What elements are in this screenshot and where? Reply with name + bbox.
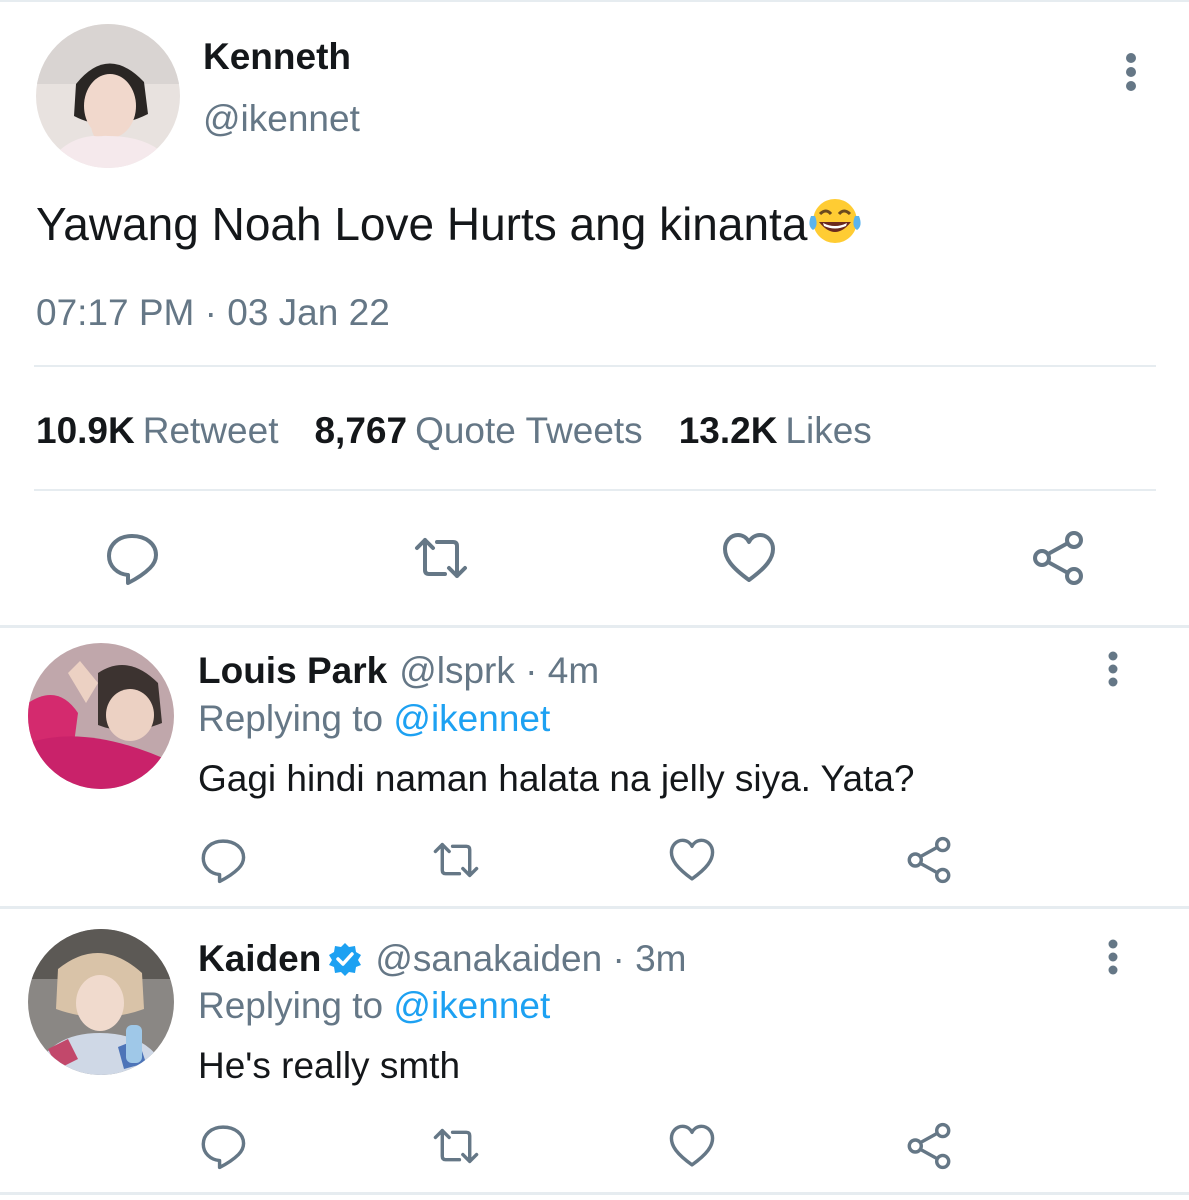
retweet-icon[interactable] <box>432 1122 480 1170</box>
retweets-count: 10.9K <box>36 410 135 451</box>
share-icon[interactable] <box>1030 530 1086 586</box>
replying-to-mention[interactable]: @ikennet <box>393 698 550 739</box>
likes-stat[interactable]: 13.2K Likes <box>679 410 872 452</box>
retweets-label: Retweet <box>142 410 279 451</box>
tweet-text-content: Yawang Noah Love Hurts ang kinanta <box>36 198 808 250</box>
reply-text: Gagi hindi naman halata na jelly siya. Y… <box>198 758 915 799</box>
more-options-icon[interactable] <box>1098 650 1128 690</box>
author-name[interactable]: Kenneth <box>203 36 351 78</box>
laughing-emoji-icon <box>807 196 863 246</box>
share-icon[interactable] <box>905 836 953 884</box>
reply-icon[interactable] <box>104 530 160 586</box>
reply-author-handle[interactable]: @lsprk · 4m <box>399 650 599 692</box>
reply-author-name[interactable]: Kaiden <box>198 938 321 980</box>
section-divider <box>0 1192 1189 1195</box>
replying-to-label: Replying to <box>198 698 384 739</box>
more-options-icon[interactable] <box>1098 938 1128 978</box>
reply-icon[interactable] <box>199 836 247 884</box>
tweet-text: Yawang Noah Love Hurts ang kinanta <box>36 196 863 251</box>
replying-to-mention[interactable]: @ikennet <box>393 985 550 1026</box>
reply-header: Louis Park @lsprk · 4m <box>198 650 599 692</box>
reply-icon[interactable] <box>199 1122 247 1170</box>
author-handle[interactable]: @ikennet <box>203 98 360 140</box>
divider <box>34 365 1156 367</box>
likes-count: 13.2K <box>678 410 778 451</box>
more-options-icon[interactable] <box>1116 50 1146 94</box>
like-heart-icon[interactable] <box>668 836 716 884</box>
divider <box>34 489 1156 491</box>
retweet-icon[interactable] <box>413 530 469 586</box>
reply-avatar[interactable] <box>28 929 174 1075</box>
quotes-stat[interactable]: 8,767 Quote Tweets <box>314 410 642 452</box>
section-divider <box>0 906 1189 909</box>
tweet-stats: 10.9K Retweet 8,767 Quote Tweets 13.2K Like… <box>36 410 908 452</box>
replying-to-label: Replying to <box>198 985 384 1026</box>
quotes-label: Quote Tweets <box>415 410 643 451</box>
replying-to: Replying to @ikennet <box>198 698 550 740</box>
like-heart-icon[interactable] <box>721 530 777 586</box>
retweet-icon[interactable] <box>432 836 480 884</box>
replying-to: Replying to @ikennet <box>198 985 550 1027</box>
section-divider <box>0 625 1189 628</box>
like-heart-icon[interactable] <box>668 1122 716 1170</box>
retweets-stat[interactable]: 10.9K Retweet <box>36 410 278 452</box>
tweet-timestamp[interactable]: 07:17 PM · 03 Jan 22 <box>36 292 390 334</box>
top-divider <box>0 0 1189 2</box>
reply-header: Kaiden @sanakaiden · 3m <box>198 938 686 980</box>
verified-badge-icon <box>327 941 363 977</box>
share-icon[interactable] <box>905 1122 953 1170</box>
reply-author-name[interactable]: Louis Park <box>198 650 387 692</box>
reply-author-handle[interactable]: @sanakaiden · 3m <box>375 938 686 980</box>
quotes-count: 8,767 <box>314 410 408 451</box>
author-avatar[interactable] <box>36 24 180 168</box>
reply-text: He's really smth <box>198 1045 461 1086</box>
likes-label: Likes <box>785 410 872 451</box>
reply-avatar[interactable] <box>28 643 174 789</box>
